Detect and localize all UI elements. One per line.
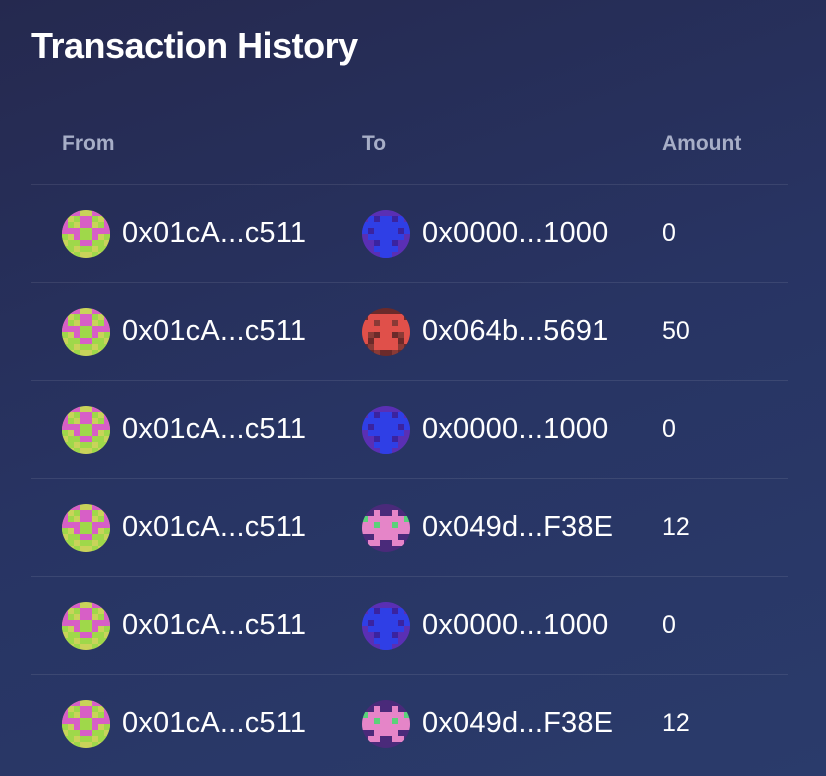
amount-cell: 12 (662, 675, 782, 772)
from-cell: 0x01cA...c511 (62, 381, 352, 478)
to-address[interactable]: 0x0000...1000 (422, 609, 608, 642)
to-cell: 0x0000...1000 (362, 577, 632, 674)
from-avatar-icon (62, 601, 110, 650)
from-cell: 0x01cA...c511 (62, 185, 352, 282)
to-address[interactable]: 0x064b...5691 (422, 315, 608, 348)
to-address[interactable]: 0x049d...F38E (422, 707, 613, 740)
amount-value: 0 (662, 219, 676, 247)
from-avatar-icon (62, 405, 110, 454)
from-address[interactable]: 0x01cA...c511 (122, 315, 306, 348)
to-avatar-icon (362, 209, 410, 258)
to-address[interactable]: 0x049d...F38E (422, 511, 613, 544)
table-header: From To Amount (31, 110, 788, 185)
amount-cell: 0 (662, 185, 782, 282)
page-title: Transaction History (31, 25, 358, 66)
table-row[interactable]: 0x01cA...c511 0x049d...F38E 12 (31, 479, 788, 577)
amount-value: 0 (662, 415, 676, 443)
from-address[interactable]: 0x01cA...c511 (122, 413, 306, 446)
amount-value: 12 (662, 709, 690, 737)
from-cell: 0x01cA...c511 (62, 283, 352, 380)
to-cell: 0x049d...F38E (362, 675, 632, 772)
to-avatar-icon (362, 601, 410, 650)
amount-value: 12 (662, 513, 690, 541)
from-avatar-icon (62, 209, 110, 258)
amount-cell: 0 (662, 381, 782, 478)
amount-cell: 0 (662, 577, 782, 674)
to-cell: 0x049d...F38E (362, 479, 632, 576)
from-cell: 0x01cA...c511 (62, 675, 352, 772)
from-avatar-icon (62, 503, 110, 552)
table-row[interactable]: 0x01cA...c511 0x064b...5691 50 (31, 283, 788, 381)
to-avatar-icon (362, 503, 410, 552)
to-avatar-icon (362, 699, 410, 748)
column-header-amount: Amount (662, 132, 742, 155)
from-address[interactable]: 0x01cA...c511 (122, 217, 306, 250)
to-avatar-icon (362, 405, 410, 454)
to-cell: 0x064b...5691 (362, 283, 632, 380)
from-address[interactable]: 0x01cA...c511 (122, 707, 306, 740)
amount-cell: 50 (662, 283, 782, 380)
table-row[interactable]: 0x01cA...c511 0x0000...1000 0 (31, 577, 788, 675)
from-address[interactable]: 0x01cA...c511 (122, 609, 306, 642)
to-cell: 0x0000...1000 (362, 185, 632, 282)
from-cell: 0x01cA...c511 (62, 577, 352, 674)
table-row[interactable]: 0x01cA...c511 0x0000...1000 0 (31, 381, 788, 479)
column-header-from: From (62, 132, 115, 155)
amount-value: 50 (662, 317, 690, 345)
column-header-to: To (362, 132, 387, 155)
to-cell: 0x0000...1000 (362, 381, 632, 478)
table-row[interactable]: 0x01cA...c511 0x049d...F38E 12 (31, 675, 788, 772)
from-cell: 0x01cA...c511 (62, 479, 352, 576)
to-address[interactable]: 0x0000...1000 (422, 217, 608, 250)
table-body: 0x01cA...c511 0x0000...1000 0 0x01cA...c511… (31, 185, 788, 772)
from-avatar-icon (62, 307, 110, 356)
amount-value: 0 (662, 611, 676, 639)
to-avatar-icon (362, 307, 410, 356)
from-address[interactable]: 0x01cA...c511 (122, 511, 306, 544)
table-row[interactable]: 0x01cA...c511 0x0000...1000 0 (31, 185, 788, 283)
transaction-table: From To Amount 0x01cA...c511 0x0000...100… (31, 110, 788, 772)
to-address[interactable]: 0x0000...1000 (422, 413, 608, 446)
from-avatar-icon (62, 699, 110, 748)
amount-cell: 12 (662, 479, 782, 576)
